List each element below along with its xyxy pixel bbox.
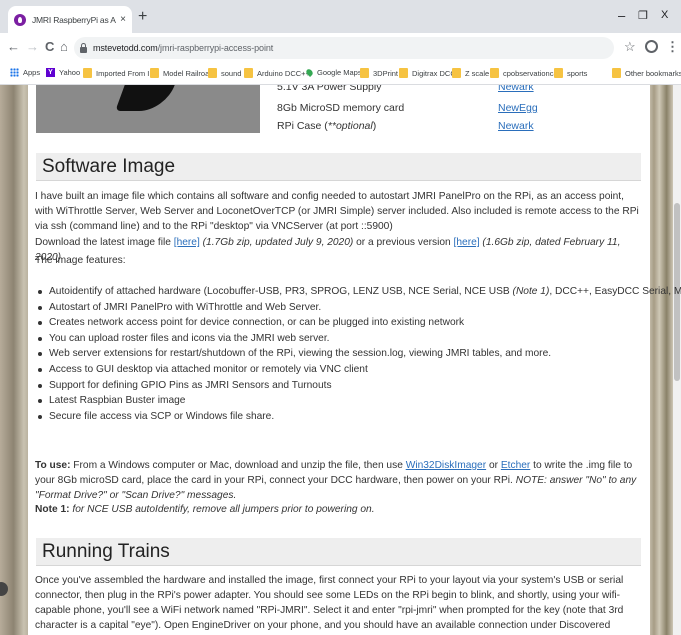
bookmark-label: Apps xyxy=(23,68,41,77)
minimize-button[interactable]: – xyxy=(618,8,625,23)
bookmark-z-scale[interactable]: Z scale xyxy=(452,68,489,78)
folder-icon xyxy=(399,68,408,78)
bookmarks-bar: Apps Y Yahoo Imported From IE Model Railr… xyxy=(0,63,681,85)
lock-icon xyxy=(80,42,87,53)
bookmark-label: Model Railroad xyxy=(163,68,214,78)
bookmark-label: Imported From IE xyxy=(96,68,155,78)
running-trains-paragraph: Once you've assembled the hardware and i… xyxy=(35,575,624,631)
close-window-button[interactable]: X xyxy=(661,9,668,21)
bookmark-label: sound xyxy=(221,68,242,78)
feature-item: Autoidentify of attached hardware (Locob… xyxy=(35,284,681,300)
part-item: 8Gb MicroSD memory card xyxy=(277,102,405,114)
apps-grid-icon xyxy=(10,68,19,77)
new-tab-button[interactable]: + xyxy=(138,9,147,25)
forward-button[interactable]: → xyxy=(26,40,39,54)
folder-icon xyxy=(150,68,159,78)
to-use-paragraph: To use: From a Windows computer or Mac, … xyxy=(35,460,637,501)
bookmark-label: sports xyxy=(567,68,588,78)
bookmark-label: Z scale xyxy=(465,68,490,78)
page-viewport: 5.1V 3A Power Supply Newark 8Gb MicroSD … xyxy=(0,85,681,635)
bookmark-star-icon[interactable]: ☆ xyxy=(624,39,636,55)
section-heading-software-image: Software Image xyxy=(36,153,641,181)
reload-button[interactable]: C xyxy=(45,40,54,54)
feature-item: Autostart of JMRI PanelPro with WiThrott… xyxy=(35,300,641,316)
bookmark-model-railroad[interactable]: Model Railroad xyxy=(150,68,213,78)
page-content: 5.1V 3A Power Supply Newark 8Gb MicroSD … xyxy=(28,85,681,635)
url-text: mstevetodd.com/jmri-raspberrypi-access-p… xyxy=(93,43,273,53)
folder-icon xyxy=(554,68,563,78)
section-heading-running-trains: Running Trains xyxy=(36,538,641,566)
feature-item: You can upload roster files and icons vi… xyxy=(35,331,641,347)
bookmark-label: 3DPrint xyxy=(373,68,399,78)
browser-toolbar: ← → C ⌂ mstevetodd.com/jmri-raspberrypi-… xyxy=(0,33,681,63)
bookmark-label: Yahoo xyxy=(59,68,81,77)
back-button[interactable]: ← xyxy=(7,40,20,54)
part-vendor-link[interactable]: Newark xyxy=(498,120,534,132)
folder-icon xyxy=(360,68,369,78)
download-latest-link[interactable]: [here] xyxy=(174,237,200,248)
bookmark-other-bookmarks[interactable]: Other bookmarks xyxy=(612,68,681,78)
win32diskimager-link[interactable]: Win32DiskImager xyxy=(406,460,486,471)
part-item: 5.1V 3A Power Supply xyxy=(277,85,382,93)
note1-paragraph: Note 1: for NCE USB autoIdentify, remove… xyxy=(35,504,375,515)
bookmark-label: Arduino DCC++ xyxy=(257,68,310,78)
feature-item: Creates network access point for device … xyxy=(35,315,641,331)
bookmark-label: Digitrax DCC xyxy=(412,68,456,78)
bookmark-digitrax-dcc[interactable]: Digitrax DCC xyxy=(399,68,456,78)
tab-title: JMRI RaspberryPi as Access Point xyxy=(32,14,116,25)
etcher-link[interactable]: Etcher xyxy=(501,460,530,471)
features-list: Autoidentify of attached hardware (Locob… xyxy=(35,284,681,425)
bookmark-sound[interactable]: sound xyxy=(208,68,241,78)
features-label: The image features: xyxy=(35,255,126,266)
menu-icon[interactable]: ⋮ xyxy=(666,39,679,55)
bookmark-label: Other bookmarks xyxy=(625,68,681,78)
bookmark-cpobservationcar[interactable]: cpobservationcar xyxy=(490,68,560,78)
home-button[interactable]: ⌂ xyxy=(60,40,68,54)
bookmark-yahoo[interactable]: Y Yahoo xyxy=(46,68,80,77)
bookmark-arduino-dcc[interactable]: Arduino DCC++ xyxy=(244,68,310,78)
feature-item: Secure file access via SCP or Windows fi… xyxy=(35,409,641,425)
url-domain: mstevetodd.com xyxy=(93,43,158,53)
feature-item: Latest Raspbian Buster image xyxy=(35,393,641,409)
folder-icon xyxy=(208,68,217,78)
restore-button[interactable]: ❐ xyxy=(638,9,648,22)
bookmark-sports[interactable]: sports xyxy=(554,68,587,78)
hardware-photo xyxy=(36,85,260,133)
feature-item: Access to GUI desktop via attached monit… xyxy=(35,362,641,378)
intro-paragraph: I have built an image file which contain… xyxy=(35,191,639,232)
maps-pin-icon xyxy=(304,67,315,78)
folder-icon xyxy=(83,68,92,78)
folder-icon xyxy=(244,68,253,78)
bookmark-label: Google Maps xyxy=(317,68,362,77)
feature-item: Support for defining GPIO Pins as JMRI S… xyxy=(35,378,641,394)
folder-icon xyxy=(612,68,621,78)
scrollbar[interactable] xyxy=(673,85,681,635)
bookmark-label: cpobservationcar xyxy=(503,68,561,78)
part-vendor-link[interactable]: Newark xyxy=(498,85,534,93)
folder-icon xyxy=(490,68,499,78)
folder-icon xyxy=(452,68,461,78)
site-favicon-icon xyxy=(14,13,26,26)
url-path: /jmri-raspberrypi-access-point xyxy=(157,43,274,53)
profile-avatar-icon[interactable] xyxy=(645,40,658,53)
yahoo-icon: Y xyxy=(46,68,55,77)
tab-close-icon[interactable]: × xyxy=(120,14,126,25)
bookmark-apps[interactable]: Apps xyxy=(10,68,40,77)
browser-tab[interactable]: JMRI RaspberryPi as Access Point × xyxy=(8,6,132,33)
bookmark-google-maps[interactable]: Google Maps xyxy=(304,67,362,78)
download-previous-link[interactable]: [here] xyxy=(454,237,480,248)
tab-strip: JMRI RaspberryPi as Access Point × + – ❐… xyxy=(0,0,681,33)
feature-item: Web server extensions for restart/shutdo… xyxy=(35,346,641,362)
bookmark-imported-from-ie[interactable]: Imported From IE xyxy=(83,68,154,78)
part-vendor-link[interactable]: NewEgg xyxy=(498,102,538,114)
part-item: RPi Case (**optional) xyxy=(277,120,377,132)
address-bar[interactable]: mstevetodd.com/jmri-raspberrypi-access-p… xyxy=(74,37,614,59)
bookmark-3dprint[interactable]: 3DPrint xyxy=(360,68,398,78)
